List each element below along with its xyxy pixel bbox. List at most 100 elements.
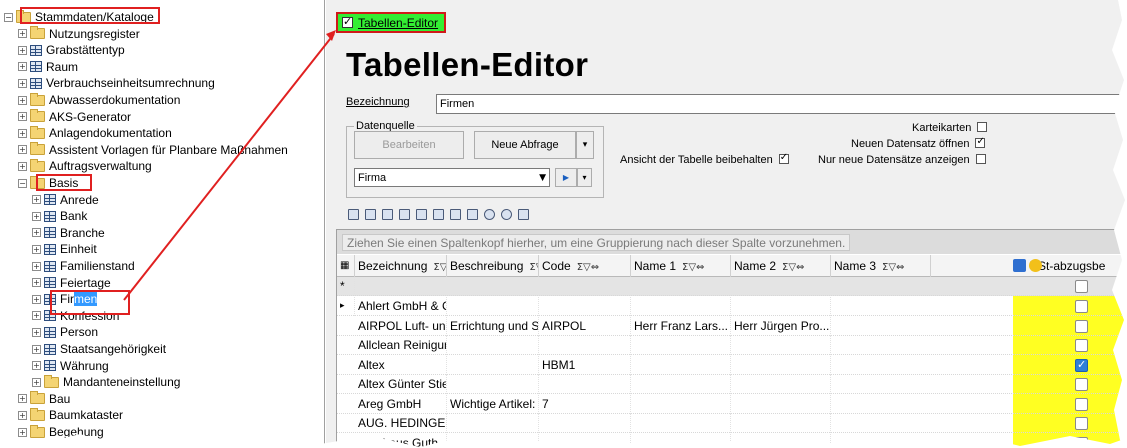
vst-checkbox[interactable] <box>1075 378 1088 391</box>
table-cell[interactable] <box>539 433 631 447</box>
tree-item[interactable]: + Grabstättentyp <box>18 42 125 58</box>
table-cell[interactable] <box>631 394 731 414</box>
expand-toggle[interactable]: + <box>32 344 41 354</box>
tree-item[interactable]: + Assistent Vorlagen für Planbare Maßnahm… <box>18 142 288 158</box>
column-filter-icons[interactable]: Σ▽⇔ <box>682 262 704 273</box>
column-header[interactable]: Code Σ▽⇔ <box>539 255 631 277</box>
table-cell[interactable] <box>631 433 731 447</box>
expand-toggle[interactable]: + <box>18 161 27 171</box>
datenquelle-select[interactable]: Firma ▼ <box>354 168 550 187</box>
table-cell[interactable]: Altex Günter Stien... <box>355 375 447 394</box>
table-cell[interactable] <box>631 414 731 433</box>
bezeichnung-input[interactable]: Firmen <box>436 94 1127 114</box>
table-row[interactable]: Allclean Reinigungs... <box>337 336 1126 355</box>
table-cell[interactable]: 7 <box>539 394 631 414</box>
expand-toggle[interactable]: + <box>32 278 41 288</box>
column-filter-icons[interactable]: Σ▽⇔ <box>882 262 904 273</box>
table-cell[interactable]: AIRPOL Luft- und... <box>355 316 447 336</box>
table-row[interactable]: AUG. HEDINGER... <box>337 414 1126 433</box>
collapse-toggle[interactable]: − <box>4 12 13 22</box>
table-cell[interactable]: AIRPOL <box>539 316 631 336</box>
tree-item[interactable]: + Einheit <box>32 241 97 257</box>
vst-checkbox[interactable] <box>1075 397 1088 411</box>
tree-item[interactable]: + Abwasserdokumentation <box>18 92 180 108</box>
vst-checkbox[interactable] <box>1075 319 1088 333</box>
expand-toggle[interactable]: + <box>18 128 27 138</box>
tree-item[interactable]: + Auftragsverwaltung <box>18 158 152 174</box>
expand-toggle[interactable]: + <box>18 78 27 88</box>
expand-toggle[interactable]: + <box>18 145 27 155</box>
column-header[interactable]: Beschreibung Σ▽⇔ <box>447 255 539 277</box>
tree-item[interactable]: + Mandanteneinstellung <box>32 374 180 390</box>
table-row[interactable]: Altex HBM1 <box>337 355 1126 375</box>
karteikarten-checkbox[interactable] <box>977 122 988 132</box>
tree-item[interactable]: + Begehung <box>18 424 104 440</box>
neue-abfrage-button[interactable]: Neue Abfrage <box>474 131 576 159</box>
bearbeiten-button[interactable]: Bearbeiten <box>354 131 464 159</box>
nur-neue-option[interactable]: Nur neue Datensätze anzeigen <box>818 154 986 166</box>
expand-toggle[interactable]: + <box>18 410 27 420</box>
tree-item[interactable]: + Nutzungsregister <box>18 26 140 42</box>
tree-item[interactable]: + Familienstand <box>32 258 135 274</box>
table-cell[interactable]: Wichtige Artikel: Ant... <box>447 394 539 414</box>
vst-checkbox[interactable] <box>1075 280 1088 293</box>
karteikarten-option[interactable]: Karteikarten <box>912 122 988 134</box>
column-header[interactable]: Bezeichnung Σ▽⇔ <box>355 255 447 277</box>
tab-tabellen-editor[interactable]: Tabellen-Editor <box>336 12 447 33</box>
neuen-datensatz-option[interactable]: Neuen Datensatz öffnen <box>851 136 986 150</box>
table-row[interactable]: Autohaus Guth... <box>337 433 1126 447</box>
table-cell[interactable] <box>539 375 631 394</box>
vst-checkbox[interactable] <box>1075 417 1088 430</box>
expand-toggle[interactable]: + <box>18 62 27 72</box>
expand-toggle[interactable]: + <box>18 29 27 39</box>
column-header[interactable]: Name 2 Σ▽⇔ <box>731 255 831 277</box>
collapse-icon[interactable] <box>501 208 512 220</box>
vst-checkbox[interactable] <box>1075 300 1088 313</box>
tab-checkbox[interactable] <box>342 15 353 28</box>
send-icon[interactable] <box>416 208 427 220</box>
tree-item[interactable]: + Baumkataster <box>18 407 123 423</box>
table-cell[interactable] <box>447 297 539 316</box>
table-cell[interactable] <box>447 433 539 447</box>
column-filter-icons[interactable]: Σ▽⇔ <box>577 262 599 273</box>
table-cell[interactable] <box>539 297 631 316</box>
columns-icon[interactable] <box>467 208 478 220</box>
table-cell[interactable] <box>447 414 539 433</box>
expand-toggle[interactable]: + <box>18 394 27 404</box>
table-cell[interactable] <box>631 355 731 375</box>
table-cell[interactable] <box>631 297 731 316</box>
table-cell[interactable] <box>731 375 831 394</box>
expand-toggle[interactable]: + <box>18 95 27 105</box>
nur-neue-checkbox[interactable] <box>975 154 986 164</box>
table-row[interactable]: AIRPOL Luft- und...Errichtung und Servi.… <box>337 316 1126 336</box>
neuen-datensatz-checkbox[interactable] <box>975 136 986 148</box>
expand-toggle[interactable]: + <box>32 261 41 271</box>
ansicht-option[interactable]: Ansicht der Tabelle beibehalten <box>620 152 789 166</box>
tree-item[interactable]: + Branche <box>32 225 105 241</box>
expand-toggle[interactable]: + <box>32 294 41 304</box>
table-row[interactable]: Altex Günter Stien... <box>337 375 1126 394</box>
expand-toggle[interactable]: + <box>32 377 41 387</box>
table-cell[interactable] <box>731 394 831 414</box>
table-cell[interactable] <box>631 336 731 355</box>
table-cell[interactable]: Autohaus Guth... <box>355 433 447 447</box>
new-row[interactable]: * <box>337 277 1126 296</box>
column-filter-icons[interactable]: Σ▽⇔ <box>529 262 538 273</box>
select-all-icon[interactable] <box>1013 259 1026 272</box>
table-cell[interactable]: Ahlert GmbH & Co... <box>355 297 447 316</box>
column-chooser-icon[interactable]: ▦ <box>337 255 355 277</box>
expand-toggle[interactable]: + <box>32 211 41 221</box>
table-cell[interactable] <box>447 375 539 394</box>
table-cell[interactable]: Herr Franz Lars... <box>631 316 731 336</box>
expand-toggle[interactable]: + <box>18 427 27 437</box>
vst-checkbox[interactable] <box>1075 436 1088 447</box>
expand-toggle[interactable]: + <box>32 311 41 321</box>
table-cell[interactable] <box>731 433 831 447</box>
table-cell[interactable]: Areg GmbH <box>355 394 447 414</box>
table-cell[interactable]: Errichtung und Servi... <box>447 316 539 336</box>
tree-item[interactable]: + Person <box>32 324 98 340</box>
expand-toggle[interactable]: + <box>32 195 41 205</box>
table-cell[interactable] <box>447 336 539 355</box>
expand-toggle[interactable]: + <box>32 228 41 238</box>
table-cell[interactable] <box>631 375 731 394</box>
